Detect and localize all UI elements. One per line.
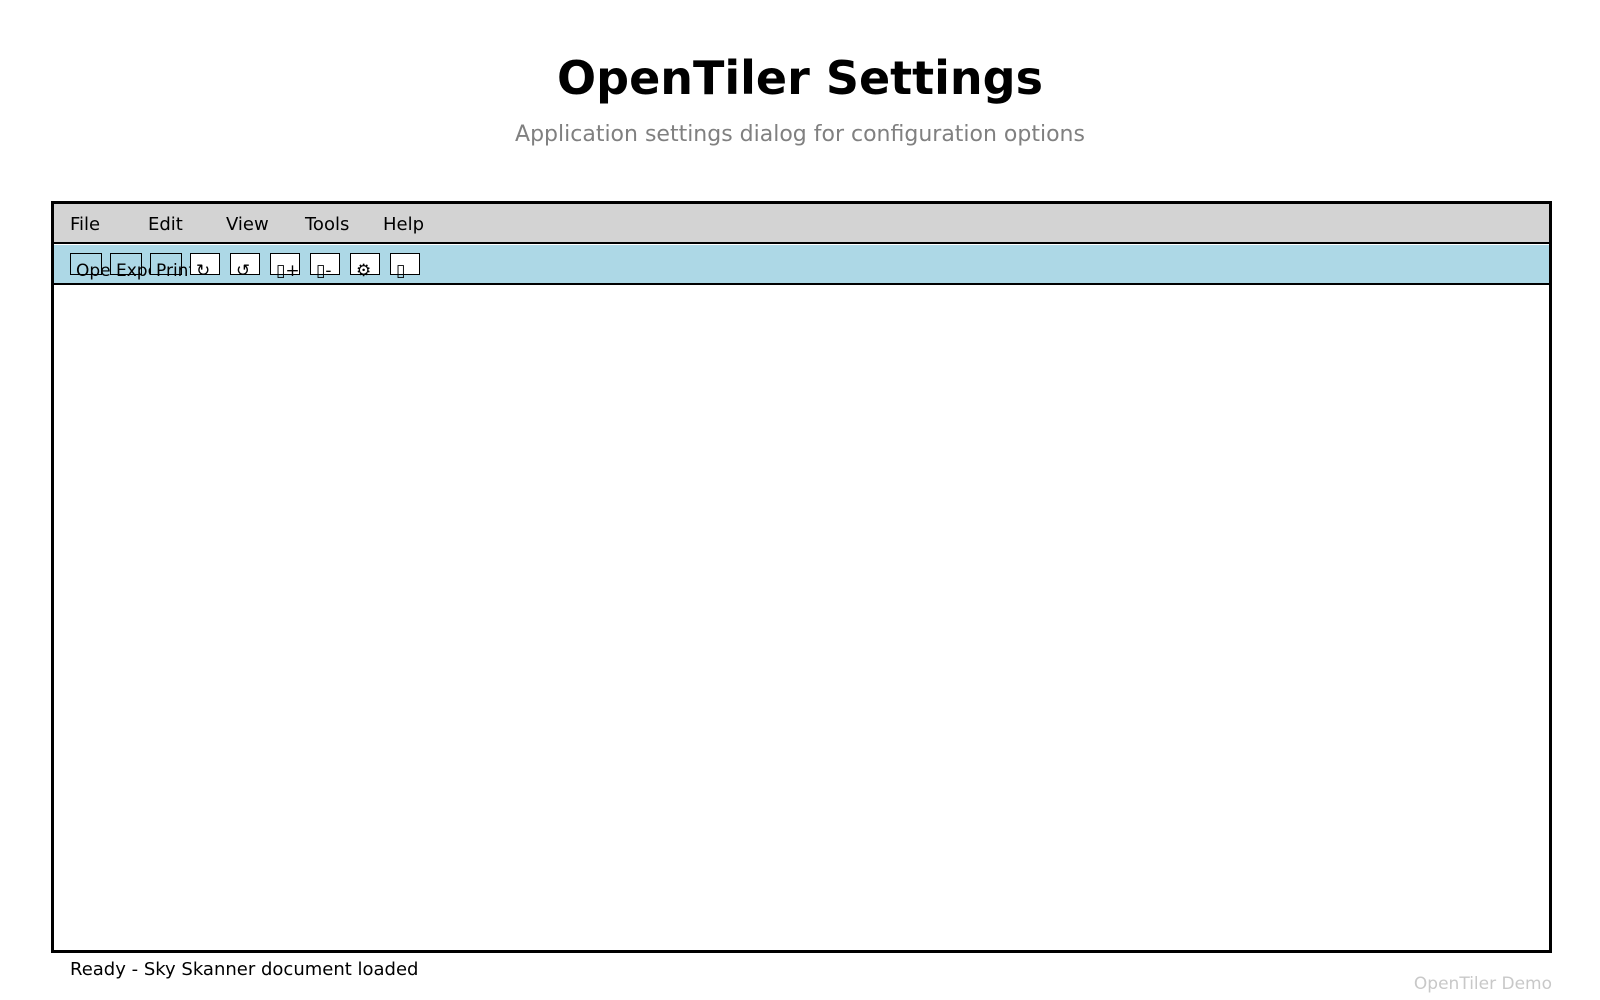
page-subtitle: Application settings dialog for configur… bbox=[515, 122, 1085, 147]
menu-view[interactable]: View bbox=[226, 214, 269, 236]
app-window: File Edit View Tools Help Open Export Pr… bbox=[51, 201, 1552, 953]
export-button[interactable]: Export bbox=[110, 253, 150, 280]
gear-icon: ⚙ bbox=[356, 261, 372, 281]
page: OpenTiler Settings Application settings … bbox=[0, 0, 1600, 1000]
menu-tools[interactable]: Tools bbox=[305, 214, 349, 236]
menu-edit[interactable]: Edit bbox=[148, 214, 183, 236]
status-bar-text: Ready - Sky Skanner document loaded bbox=[70, 959, 419, 980]
rotate-clockwise-button[interactable]: ↻ bbox=[190, 253, 220, 280]
fit-page-icon: ▯ bbox=[396, 261, 406, 281]
print-button[interactable]: Print bbox=[150, 253, 190, 280]
document-canvas[interactable] bbox=[54, 285, 1549, 950]
fit-page-button[interactable]: ▯ bbox=[390, 253, 420, 280]
rotate-counterclockwise-button[interactable]: ↺ bbox=[230, 253, 260, 280]
open-button[interactable]: Open bbox=[70, 253, 110, 280]
print-icon: Print bbox=[156, 262, 190, 280]
menu-help[interactable]: Help bbox=[383, 214, 424, 236]
zoom-out-icon: ▯- bbox=[316, 261, 332, 281]
toolbar: Open Export Print ↻ ↺ ▯+ ▯- ⚙ bbox=[54, 245, 1549, 285]
open-icon: Open bbox=[76, 262, 110, 280]
rotate-clockwise-icon: ↻ bbox=[196, 261, 211, 281]
watermark: OpenTiler Demo bbox=[1413, 974, 1552, 994]
export-icon: Export bbox=[116, 262, 150, 280]
menu-file[interactable]: File bbox=[70, 214, 100, 236]
page-title: OpenTiler Settings bbox=[557, 51, 1043, 105]
menu-bar: File Edit View Tools Help bbox=[54, 204, 1549, 244]
zoom-in-button[interactable]: ▯+ bbox=[270, 253, 300, 280]
settings-button[interactable]: ⚙ bbox=[350, 253, 380, 280]
zoom-out-button[interactable]: ▯- bbox=[310, 253, 340, 280]
rotate-counterclockwise-icon: ↺ bbox=[236, 261, 251, 281]
zoom-in-icon: ▯+ bbox=[276, 261, 300, 281]
